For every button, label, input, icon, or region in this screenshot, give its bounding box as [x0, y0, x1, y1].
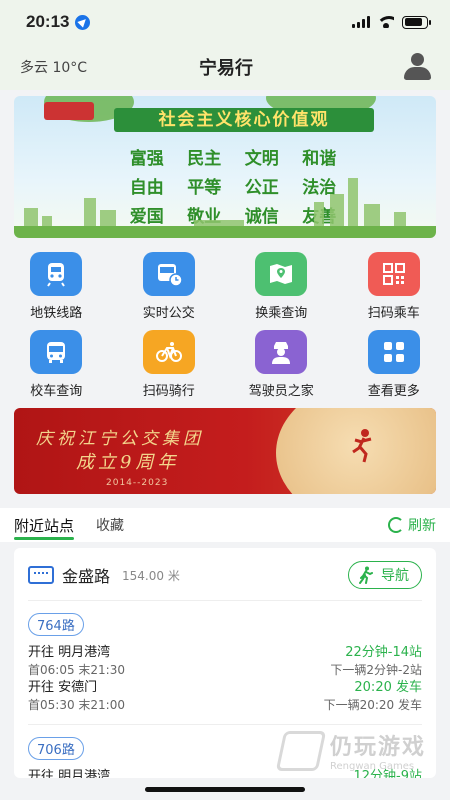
- bus-stop-icon: [28, 566, 54, 584]
- walking-icon: [359, 566, 373, 584]
- station-header: 金盛路 154.00 米 导航: [28, 560, 422, 590]
- battery-icon: [402, 15, 431, 29]
- grid-label: 换乘查询: [255, 306, 308, 321]
- trip-row[interactable]: 开往 明月港湾 首06:05 末21:30 22分钟-14站 下一辆2分钟-2站: [28, 644, 422, 679]
- driver-icon: [255, 330, 308, 374]
- station-tabs: 附近站点 收藏 刷新: [0, 508, 450, 542]
- refresh-icon: [388, 517, 404, 533]
- navigate-button[interactable]: 导航: [348, 561, 422, 589]
- weather-info: 多云 10°C: [20, 60, 88, 76]
- refresh-button[interactable]: 刷新: [388, 515, 436, 535]
- running-figure-icon: [352, 429, 372, 463]
- more-grid-icon: [367, 330, 420, 374]
- trip-eta: 20:20 发车: [354, 680, 422, 695]
- trip-row[interactable]: 开往 安德门 首05:30 末21:00 20:20 发车 下一辆20:20 发…: [28, 679, 422, 714]
- school-bus-icon: [30, 330, 83, 374]
- navigate-label: 导航: [381, 568, 409, 584]
- status-indicators: [352, 15, 431, 29]
- grid-item-realtime-bus[interactable]: 实时公交: [113, 252, 226, 330]
- grid-label: 扫码骑行: [142, 384, 195, 399]
- banner-value: 文明: [244, 149, 279, 169]
- trip-destination: 开往 安德门: [28, 680, 98, 695]
- status-time: 20:13: [26, 12, 91, 32]
- function-grid: 地铁线路 实时公交 换乘查询 扫码乘车 校车查询 扫码骑行 驾驶员之家 查看更多: [0, 238, 450, 408]
- metro-icon: [30, 252, 83, 296]
- trip-destination: 开往 明月港湾: [28, 645, 111, 660]
- station-distance: 154.00 米: [122, 568, 180, 583]
- home-indicator[interactable]: [145, 787, 305, 792]
- grid-label: 实时公交: [142, 306, 195, 321]
- grid-item-driver-home[interactable]: 驾驶员之家: [225, 330, 338, 408]
- clock: 20:13: [26, 12, 70, 31]
- banner-value: 富强: [129, 149, 164, 169]
- grid-label: 扫码乘车: [367, 306, 420, 321]
- cellular-signal-icon: [352, 16, 370, 28]
- trip-eta: 22分钟-14站: [345, 645, 422, 660]
- location-icon: [75, 14, 91, 30]
- grid-item-scan-ride[interactable]: 扫码乘车: [338, 252, 450, 330]
- promo-title: 庆祝江宁公交集团: [36, 429, 204, 449]
- promo-subtitle: 成立9周年: [76, 452, 180, 473]
- bus-clock-icon: [142, 252, 195, 296]
- divider: [28, 724, 422, 725]
- trip-next: 下一辆20:20 发车: [323, 698, 422, 712]
- core-values-banner[interactable]: 社会主义核心价值观 富强 民主 文明 和谐 自由 平等 公正 法治 爱国 敬业 …: [14, 96, 436, 238]
- status-bar: 20:13: [0, 0, 450, 44]
- wifi-icon: [378, 16, 394, 28]
- user-profile-button[interactable]: [322, 53, 432, 81]
- trip-destination: 开往 明月港湾: [28, 769, 111, 778]
- trip-schedule: 首05:30 末21:00: [28, 698, 125, 712]
- city-skyline-illustration: [14, 178, 436, 238]
- banner-value: 民主: [187, 149, 222, 169]
- grid-label: 地铁线路: [30, 306, 83, 321]
- refresh-label: 刷新: [408, 518, 436, 534]
- trip-schedule: 首06:05 末21:30: [28, 663, 125, 677]
- grid-label: 校车查询: [30, 384, 83, 399]
- app-header: 多云 10°C 宁易行: [0, 44, 450, 90]
- grid-item-view-more[interactable]: 查看更多: [338, 330, 450, 408]
- grid-item-school-bus[interactable]: 校车查询: [0, 330, 113, 408]
- grid-item-metro-lines[interactable]: 地铁线路: [0, 252, 113, 330]
- route-block[interactable]: 764路 开往 明月港湾 首06:05 末21:30 22分钟-14站 下一辆2…: [28, 611, 422, 714]
- route-number-badge[interactable]: 764路: [28, 613, 84, 636]
- tab-nearby-stations[interactable]: 附近站点: [14, 508, 75, 542]
- watermark: 仍玩游戏 Rengwan Games: [275, 729, 426, 772]
- map-pin-icon: [255, 252, 308, 296]
- watermark-text: 仍玩游戏: [329, 735, 426, 760]
- grid-label: 驾驶员之家: [248, 384, 314, 399]
- grid-item-transfer-query[interactable]: 换乘查询: [225, 252, 338, 330]
- page-title: 宁易行: [199, 58, 253, 79]
- trip-next: 下一辆2分钟-2站: [330, 663, 422, 677]
- divider: [28, 600, 422, 601]
- station-name[interactable]: 金盛路: [62, 563, 110, 587]
- watermark-logo-icon: [275, 730, 327, 771]
- grid-item-scan-bike[interactable]: 扫码骑行: [113, 330, 226, 408]
- user-icon: [402, 53, 432, 81]
- grid-label: 查看更多: [367, 384, 420, 399]
- promo-years: 2014--2023: [106, 478, 169, 488]
- tab-favorites[interactable]: 收藏: [96, 508, 124, 542]
- watermark-subtext: Rengwan Games: [329, 761, 415, 772]
- banner-title: 社会主义核心价值观: [114, 108, 374, 132]
- bicycle-icon: [142, 330, 195, 374]
- qr-code-icon: [367, 252, 420, 296]
- banner-logo: [44, 102, 94, 120]
- route-number-badge[interactable]: 706路: [28, 737, 84, 760]
- anniversary-banner[interactable]: 庆祝江宁公交集团 成立9周年 2014--2023: [14, 408, 436, 494]
- banner-value: 和谐: [302, 149, 337, 169]
